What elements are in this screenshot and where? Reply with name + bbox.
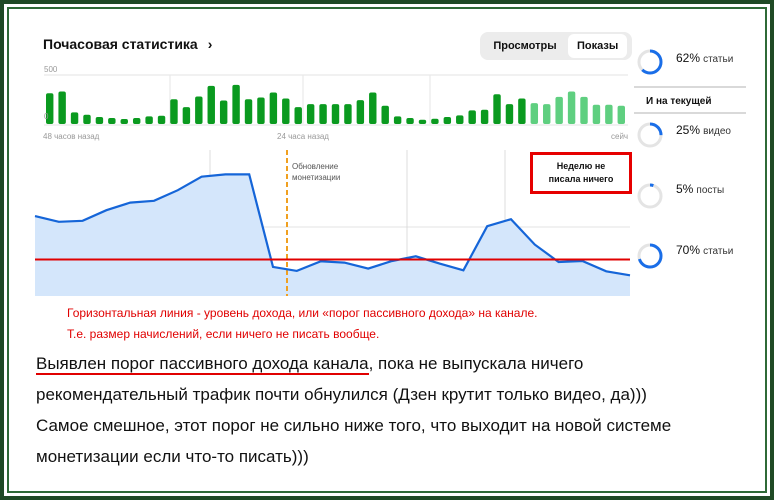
stat-articles: 70% статьи <box>676 243 734 257</box>
bar <box>456 115 464 124</box>
stat-posts: 5% посты <box>676 182 725 196</box>
bar <box>393 116 402 124</box>
bar <box>182 107 191 124</box>
donut-video <box>637 122 663 148</box>
no-posts-annotation: Неделю не писала ничего <box>530 152 632 194</box>
bar <box>83 114 91 124</box>
bar <box>331 104 340 124</box>
bar <box>170 99 178 124</box>
paragraph-line-2: рекомендательный трафик почти обнулился … <box>36 385 647 404</box>
bar <box>369 92 377 124</box>
bar <box>480 109 489 124</box>
bar <box>567 91 576 124</box>
underlined-phrase: Выявлен порог пассивного дохода канала <box>36 354 369 375</box>
bar <box>543 104 551 124</box>
bar <box>344 104 352 124</box>
red-note-line-1: Горизонтальная линия - уровень дохода, и… <box>67 306 538 320</box>
bar <box>381 105 389 124</box>
donut-articles-top <box>637 49 663 75</box>
y-label-max: 500 <box>44 65 58 74</box>
bar <box>505 104 514 124</box>
bar <box>518 98 526 124</box>
bar <box>269 92 278 124</box>
bar <box>418 119 427 124</box>
stat-articles-top: 62% статьи <box>676 51 734 65</box>
bar <box>232 84 240 124</box>
bar <box>120 119 128 124</box>
bar <box>443 117 452 124</box>
monetization-marker-label: Обновление монетизации <box>292 162 341 182</box>
bar <box>157 115 166 124</box>
x-label-24h: 24 часа назад <box>277 132 329 141</box>
bar <box>580 96 588 124</box>
bar <box>592 104 601 124</box>
bar <box>70 112 79 124</box>
bar <box>294 107 302 124</box>
paragraph-line-3: Самое смешное, этот порог не сильно ниже… <box>36 416 672 435</box>
bar <box>95 117 104 124</box>
bar <box>493 94 501 124</box>
y-label-min: 0 <box>44 112 49 121</box>
bar <box>306 104 315 124</box>
bar <box>244 99 253 124</box>
bar <box>530 103 539 124</box>
donut-track <box>637 183 663 209</box>
divider <box>634 112 746 114</box>
bar <box>605 104 613 124</box>
bar <box>219 100 228 124</box>
x-label-now: сейч <box>611 132 629 141</box>
bar <box>617 105 625 124</box>
bar <box>145 116 153 124</box>
bar <box>58 91 66 124</box>
x-label-48h: 48 часов назад <box>43 132 100 141</box>
bar <box>257 97 265 124</box>
paragraph-line-1: Выявлен порог пассивного дохода канала, … <box>36 354 584 375</box>
bar <box>555 96 563 124</box>
donut-articles <box>637 243 663 269</box>
bar <box>282 98 290 124</box>
bar <box>468 110 476 124</box>
bar <box>431 118 439 124</box>
bar <box>406 118 414 124</box>
section-title: И на текущей <box>646 96 712 107</box>
bar <box>356 100 365 124</box>
stat-video: 25% видео <box>676 123 731 137</box>
paragraph-line-4: монетизации если что-то писать))) <box>36 447 309 466</box>
donut-posts <box>637 183 663 209</box>
bar <box>319 104 327 124</box>
bar <box>108 118 116 124</box>
divider <box>634 86 746 88</box>
bar <box>195 96 203 124</box>
bar <box>207 85 215 124</box>
red-note-line-2: Т.е. размер начислений, если ничего не п… <box>67 327 380 341</box>
bar <box>132 118 141 124</box>
